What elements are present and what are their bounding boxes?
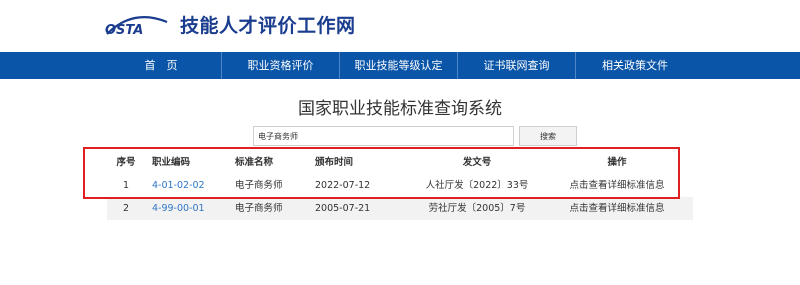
document-number: 劳社厅发〔2005〕7号 [428,203,526,214]
nav-item-home[interactable]: 首 页 [102,52,220,79]
nav-item-qualification[interactable]: 职业资格评价 [222,52,339,79]
nav-item-certificate-query[interactable]: 证书联网查询 [458,52,575,79]
site-header: OSTA 技能人才评价工作网 [0,0,800,50]
header-date: 颁布时间 [315,157,354,168]
row-index: 2 [122,203,130,214]
occupation-code-link[interactable]: 4-01-02-02 [152,174,232,197]
nav-item-policy-docs[interactable]: 相关政策文件 [576,52,694,79]
publish-date: 2022-07-12 [315,180,371,191]
osta-logo[interactable]: OSTA [103,14,171,38]
row-index: 1 [122,180,130,191]
publish-date: 2005-07-21 [315,203,371,214]
nav-item-skill-level[interactable]: 职业技能等级认定 [340,52,457,79]
search-input[interactable] [253,126,514,146]
table-row: 1 4-01-02-02 电子商务师 2022-07-12 人社厅发〔2022〕… [107,174,693,197]
svg-text:OSTA: OSTA [105,23,143,38]
results-table: 序号 职业编码 标准名称 颁布时间 发文号 操作 1 4-01-02-02 电子… [107,151,693,220]
table-header: 序号 职业编码 标准名称 颁布时间 发文号 操作 [107,151,693,174]
header-code: 职业编码 [152,157,191,168]
search-button[interactable]: 搜索 [519,126,577,146]
view-details-link[interactable]: 点击查看详细标准信息 [562,174,672,197]
header-doc: 发文号 [462,157,492,168]
standard-name: 电子商务师 [235,180,283,191]
page-title: 国家职业技能标准查询系统 [298,99,502,119]
standard-name: 电子商务师 [235,203,283,214]
header-name: 标准名称 [235,157,274,168]
table-row: 2 4-99-00-01 电子商务师 2005-07-21 劳社厅发〔2005〕… [107,197,693,220]
header-index: 序号 [116,157,136,168]
view-details-link[interactable]: 点击查看详细标准信息 [562,197,672,220]
site-title: 技能人才评价工作网 [180,15,356,37]
main-nav: 首 页 职业资格评价 职业技能等级认定 证书联网查询 相关政策文件 [0,52,800,79]
occupation-code-link[interactable]: 4-99-00-01 [152,197,232,220]
document-number: 人社厅发〔2022〕33号 [425,180,529,191]
header-action: 操作 [607,157,627,168]
